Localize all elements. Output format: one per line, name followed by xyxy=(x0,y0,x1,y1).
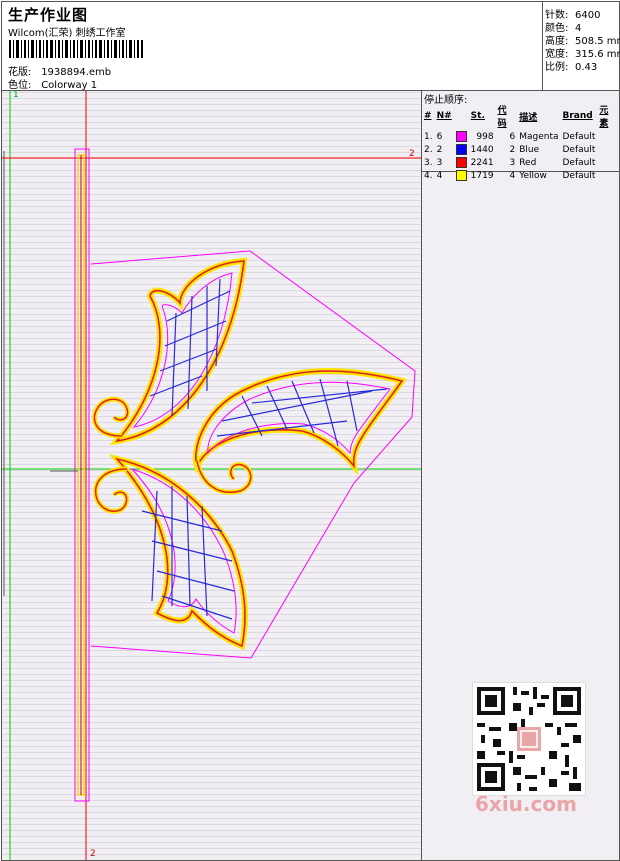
scroll-bottom-left xyxy=(93,466,130,514)
cell-num: 2. xyxy=(424,144,433,155)
cell-swatch xyxy=(454,169,469,182)
studio-name: Wilcom(汇荣) 刺绣工作室 xyxy=(8,28,126,39)
cell-elem xyxy=(597,156,619,169)
col-header: Brand xyxy=(562,111,593,121)
cell-st: 998 xyxy=(476,131,494,142)
header-panel: 生产作业图 Wilcom(汇荣) 刺绣工作室 花版: 1938894.emb 色… xyxy=(2,2,543,91)
cell-desc: Blue xyxy=(519,144,540,155)
table-row: 2. 2 1440 2 Blue Default xyxy=(422,143,619,156)
embroidery-design xyxy=(2,91,421,860)
qr-code xyxy=(472,682,586,796)
barcode xyxy=(9,40,143,58)
col-header xyxy=(454,102,469,130)
petal-right xyxy=(192,368,408,476)
cell-swatch xyxy=(454,156,469,169)
cell-elem xyxy=(597,169,619,182)
table-row: 1. 6 998 6 Magenta Default xyxy=(422,130,619,143)
color-swatch xyxy=(455,157,467,168)
cell-num: 1. xyxy=(424,131,433,142)
page-title: 生产作业图 xyxy=(8,6,89,24)
cell-code: 2 xyxy=(509,144,516,155)
col-header: 元素 xyxy=(599,106,609,129)
cell-n: 6 xyxy=(436,131,443,142)
col-header: N# xyxy=(436,111,452,121)
colorway-row: 色位: Colorway 1 xyxy=(8,76,97,91)
cell-swatch xyxy=(454,130,469,143)
qr-code-image xyxy=(473,683,585,795)
cell-n: 4 xyxy=(436,170,443,181)
colorway-label: 色位: xyxy=(8,80,32,91)
color-swatch xyxy=(455,131,467,142)
col-header: # xyxy=(424,111,432,121)
cell-st: 1440 xyxy=(470,144,494,155)
cell-brand: Default xyxy=(562,144,596,155)
table-row: 4. 4 1719 4 Yellow Default xyxy=(422,169,619,182)
cell-code: 4 xyxy=(509,170,516,181)
col-header: 代码 xyxy=(497,106,507,129)
petal-top xyxy=(109,257,248,446)
design-stats-panel: 针数:6400 颜色:4 高度:508.5 mm 宽度:315.6 mm 比例:… xyxy=(543,2,620,91)
cell-n: 3 xyxy=(436,157,443,168)
design-canvas: 1 2 2 xyxy=(2,90,422,860)
cell-desc: Red xyxy=(519,157,537,168)
scale-label: 比例: xyxy=(545,62,569,73)
guide-label-green: 1 xyxy=(13,90,19,100)
cell-brand: Default xyxy=(562,157,596,168)
colorway-value: Colorway 1 xyxy=(41,80,98,91)
col-header: St. xyxy=(470,111,485,121)
cell-num: 4. xyxy=(424,170,433,181)
scale-value: 0.43 xyxy=(575,62,598,73)
cell-code: 3 xyxy=(509,157,516,168)
cell-elem xyxy=(597,143,619,156)
petal-bottom xyxy=(108,454,248,651)
cell-code: 6 xyxy=(509,131,516,142)
guide-label-red-bottom: 2 xyxy=(90,849,96,859)
cell-st: 1719 xyxy=(470,170,494,181)
cell-brand: Default xyxy=(562,131,596,142)
magenta-outline xyxy=(90,250,416,659)
watermark-text: 6xiu.com xyxy=(475,792,577,816)
table-row: 3. 3 2241 3 Red Default xyxy=(422,156,619,169)
guide-label-red-top: 2 xyxy=(409,149,415,159)
stop-sequence-table: # N# St. 代码 描述 Brand 元素 1. 6 998 6 Magenta De… xyxy=(422,102,619,182)
color-swatch xyxy=(455,144,467,155)
cell-swatch xyxy=(454,143,469,156)
scale-row: 比例: 0.43 xyxy=(545,58,597,73)
col-header: 描述 xyxy=(519,112,538,123)
cell-elem xyxy=(597,130,619,143)
cell-desc: Yellow xyxy=(519,170,547,181)
cell-n: 2 xyxy=(436,144,443,155)
scroll-right xyxy=(194,460,254,495)
cell-num: 3. xyxy=(424,157,433,168)
color-swatch xyxy=(455,170,467,181)
frame-bar-outline xyxy=(74,148,90,802)
cell-st: 2241 xyxy=(470,157,494,168)
stop-sequence-box: 停止顺序: # N# St. 代码 描述 Brand 元素 1. 6 998 6 Mag… xyxy=(422,91,619,181)
cell-desc: Magenta xyxy=(519,131,559,142)
cell-brand: Default xyxy=(562,170,596,181)
production-worksheet: 生产作业图 Wilcom(汇荣) 刺绣工作室 花版: 1938894.emb 色… xyxy=(1,1,620,861)
table-header-row: # N# St. 代码 描述 Brand 元素 xyxy=(422,102,619,130)
